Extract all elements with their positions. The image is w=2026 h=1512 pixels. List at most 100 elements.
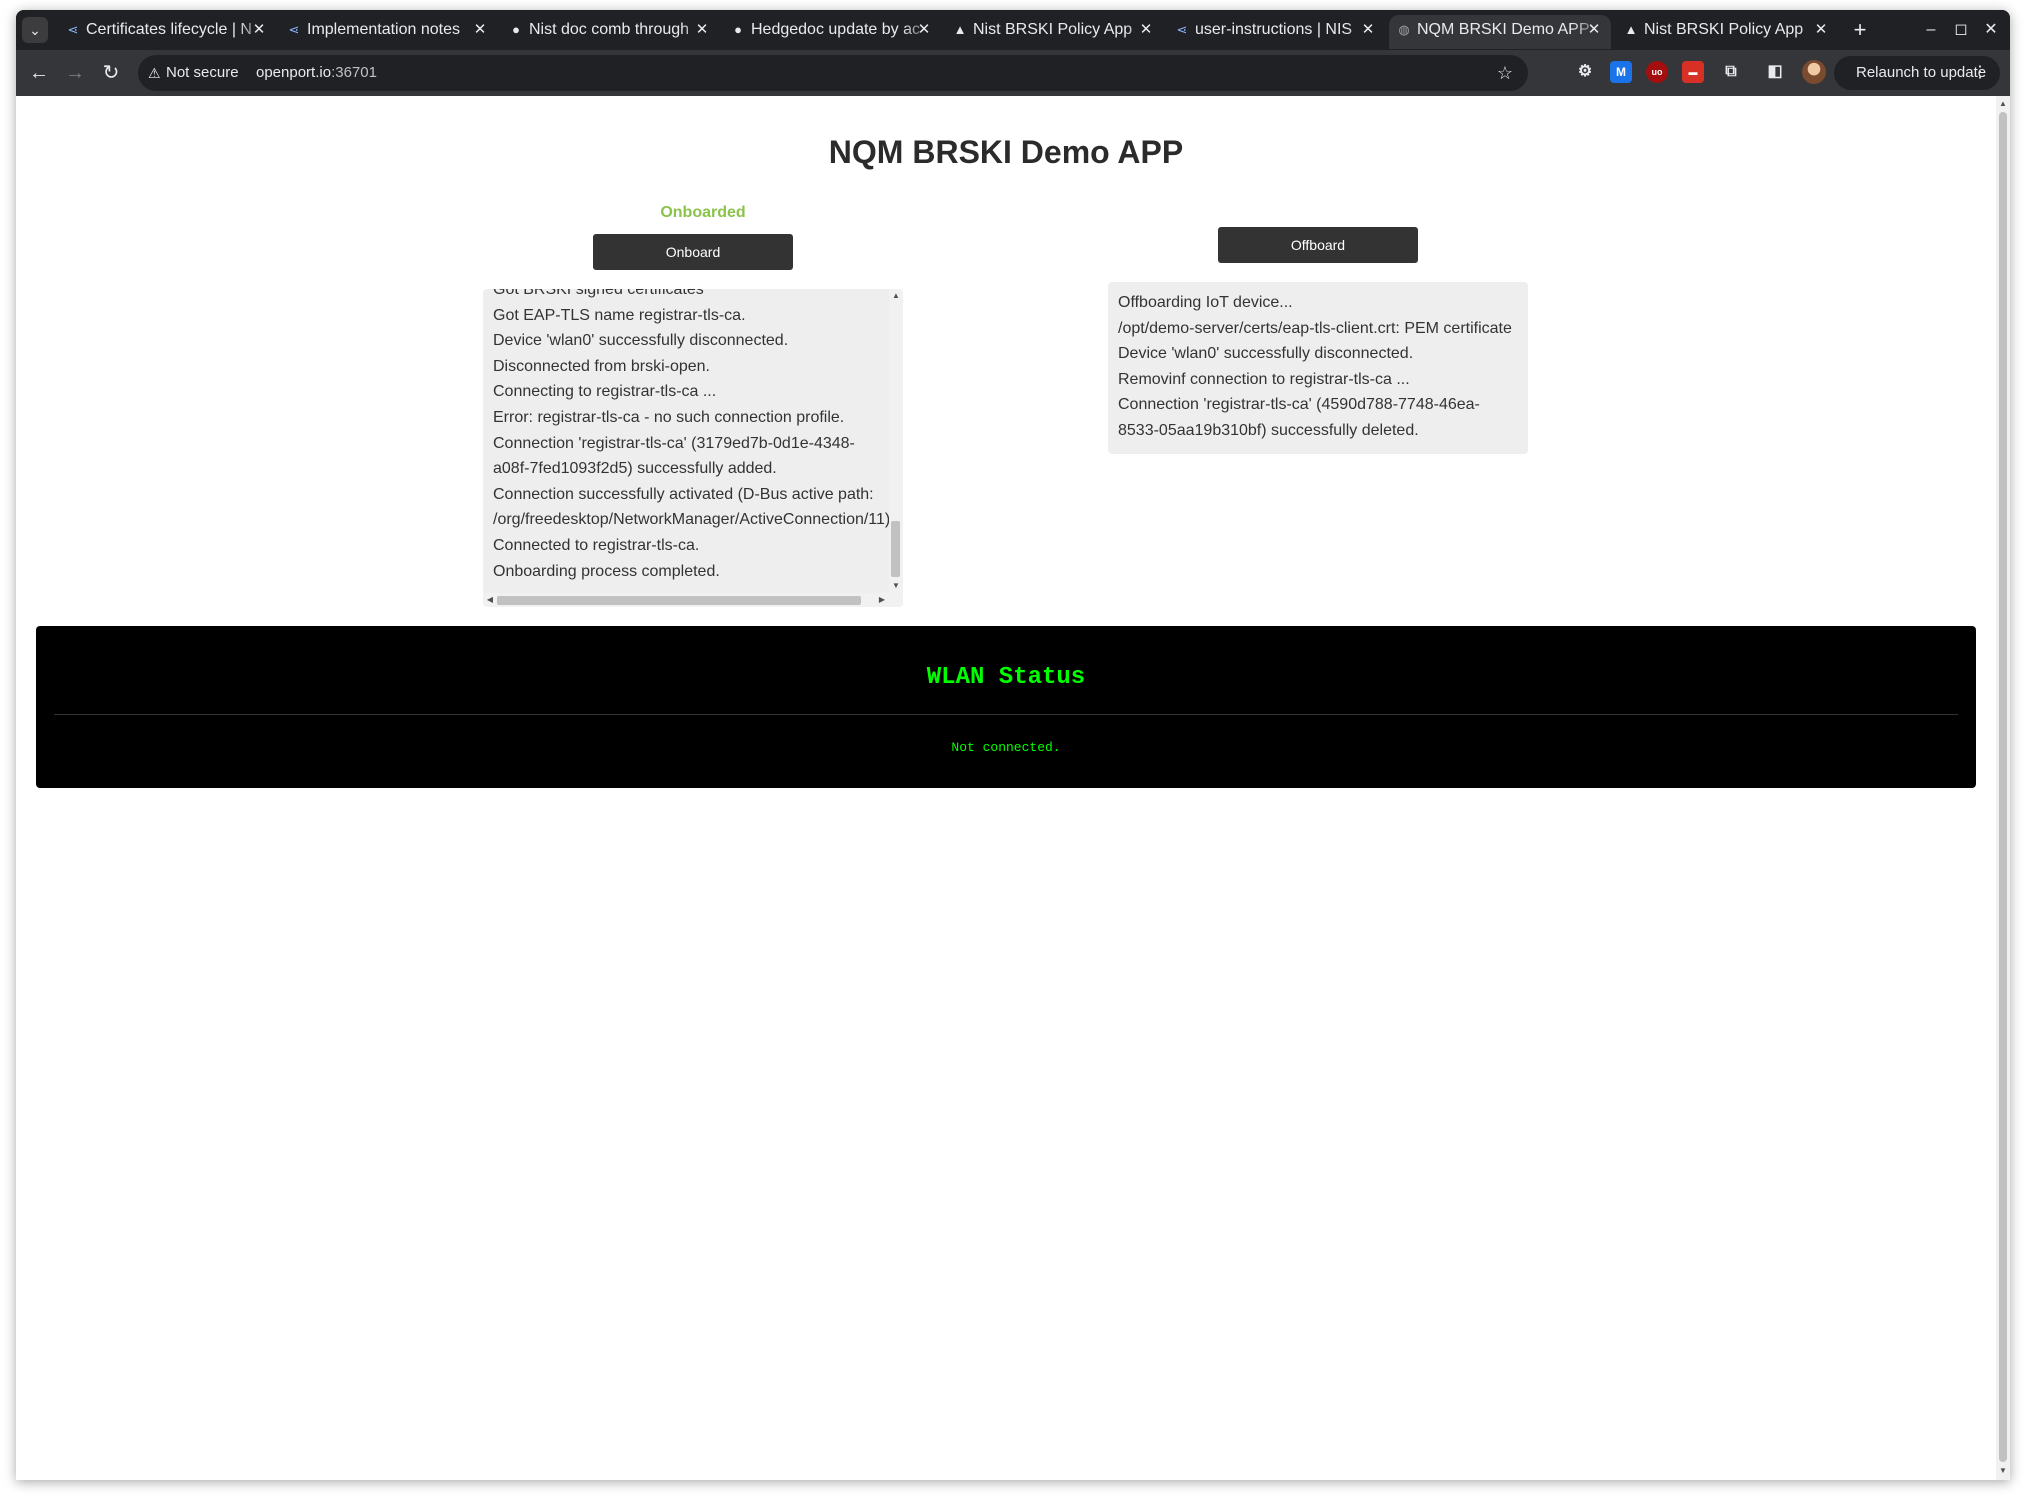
- relaunch-button[interactable]: Relaunch to update ⋮: [1834, 56, 2000, 90]
- close-icon[interactable]: ✕: [1812, 15, 1830, 45]
- log-line: Offboarding IoT device...: [1118, 294, 1293, 311]
- screen: ⌄ ⋖ Certificates lifecycle | N ✕ ⋖ Imple…: [0, 0, 2026, 1512]
- tab-nist-brski-policy-app-2[interactable]: ▲ Nist BRSKI Policy App ✕: [1616, 15, 1838, 49]
- scroll-thumb[interactable]: [891, 521, 900, 577]
- address-bar[interactable]: ⚠ Not secure openport.io:36701 ☆: [138, 55, 1528, 91]
- tab-title: Hedgedoc update by ac: [751, 21, 921, 38]
- hedgedoc-icon: ⋖: [288, 22, 300, 37]
- tab-search-chevron-icon[interactable]: ⌄: [22, 17, 48, 43]
- onboard-log-horizontal-scrollbar[interactable]: ◀ ▶: [483, 593, 903, 607]
- status-text: Onboarded: [660, 204, 746, 221]
- tab-title: Certificates lifecycle | N: [86, 21, 252, 38]
- offboard-button[interactable]: Offboard: [1218, 227, 1418, 263]
- log-line: Removinf connection to registrar-tls-ca …: [1118, 370, 1410, 388]
- security-label: Not secure: [166, 64, 239, 81]
- onboard-button[interactable]: Onboard: [593, 234, 793, 270]
- close-icon[interactable]: ✕: [915, 15, 933, 45]
- extensions-puzzle-icon[interactable]: ⧉: [1720, 61, 1742, 83]
- log-line: Device 'wlan0' successfully disconnected…: [1118, 345, 1414, 363]
- tab-user-instructions[interactable]: ⋖ user-instructions | NIS ✕: [1167, 15, 1385, 49]
- browser-window: ⌄ ⋖ Certificates lifecycle | N ✕ ⋖ Imple…: [16, 10, 2010, 1480]
- tab-implementation-notes[interactable]: ⋖ Implementation notes ✕: [279, 15, 497, 49]
- relaunch-label: Relaunch to update: [1856, 64, 1987, 81]
- extension-ublock-icon[interactable]: uo: [1646, 61, 1668, 83]
- log-line: 8533-05aa19b310bf) successfully deleted.: [1118, 421, 1419, 439]
- hedgedoc-icon: ⋖: [67, 22, 79, 37]
- close-icon[interactable]: ✕: [250, 15, 268, 45]
- log-line: Connected to registrar-tls-ca.: [493, 536, 700, 554]
- tab-certificates-lifecycle[interactable]: ⋖ Certificates lifecycle | N ✕: [58, 15, 276, 49]
- log-line: Device 'wlan0' successfully disconnected…: [493, 332, 789, 350]
- minimize-icon[interactable]: –: [1916, 18, 1946, 42]
- extension-m-icon[interactable]: M: [1610, 61, 1632, 83]
- log-line: Connection successfully activated (D-Bus…: [493, 485, 874, 503]
- log-line: Error: registrar-tls-ca - no such connec…: [493, 408, 845, 426]
- log-line: Connection 'registrar-tls-ca' (3179ed7b-…: [493, 434, 855, 452]
- log-line: /opt/demo-server/certs/eap-tls-client.cr…: [1118, 319, 1512, 337]
- security-chip[interactable]: ⚠ Not secure: [146, 60, 239, 86]
- scroll-thumb[interactable]: [1999, 112, 2007, 1462]
- back-arrow-icon[interactable]: ←: [24, 58, 54, 88]
- onboard-log-vertical-scrollbar[interactable]: ▲ ▼: [889, 289, 903, 593]
- more-menu-icon[interactable]: ⋮: [1972, 56, 1988, 90]
- tab-title: user-instructions | NIS: [1195, 21, 1353, 38]
- forward-arrow-icon[interactable]: →: [60, 58, 90, 88]
- scroll-left-icon[interactable]: ◀: [484, 594, 496, 606]
- maximize-icon[interactable]: ◻: [1946, 18, 1976, 42]
- close-icon[interactable]: ✕: [1137, 15, 1155, 45]
- github-icon: ●: [734, 22, 742, 37]
- scroll-down-icon[interactable]: ▼: [890, 580, 902, 592]
- onboard-log-box[interactable]: Got BRSKI signed certificates Got EAP-TLS…: [483, 289, 903, 607]
- wlan-status-message: Not connected.: [951, 740, 1061, 755]
- scroll-up-icon[interactable]: ▲: [890, 290, 902, 302]
- page-title: NQM BRSKI Demo APP: [828, 134, 1184, 170]
- tab-nist-doc-comb[interactable]: ● Nist doc comb through ✕: [501, 15, 719, 49]
- scroll-right-icon[interactable]: ▶: [876, 594, 888, 606]
- window-close-icon[interactable]: ✕: [1976, 18, 2006, 42]
- close-icon[interactable]: ✕: [693, 15, 711, 45]
- close-icon[interactable]: ✕: [471, 15, 489, 45]
- tab-nqm-brski-demo-app[interactable]: ◍ NQM BRSKI Demo APP ✕: [1389, 15, 1611, 49]
- tab-title: NQM BRSKI Demo APP: [1417, 21, 1590, 38]
- close-icon[interactable]: ✕: [1359, 15, 1377, 45]
- url-host: openport.io: [256, 64, 332, 81]
- new-tab-button[interactable]: +: [1846, 16, 1874, 44]
- url-text[interactable]: openport.io:36701: [256, 60, 377, 86]
- bookmark-star-icon[interactable]: ☆: [1492, 60, 1518, 86]
- app-icon: ▲: [953, 22, 967, 37]
- wlan-status-panel: WLAN Status Not connected.: [36, 626, 1976, 788]
- close-icon[interactable]: ✕: [1585, 15, 1603, 45]
- extension-gear-icon[interactable]: ⚙: [1574, 61, 1596, 83]
- log-line: Got BRSKI signed certificates: [493, 289, 704, 298]
- tab-strip: ⌄ ⋖ Certificates lifecycle | N ✕ ⋖ Imple…: [16, 10, 2010, 50]
- tab-title: Implementation notes: [307, 21, 460, 38]
- hedgedoc-icon: ⋖: [1176, 22, 1188, 37]
- page-vertical-scrollbar[interactable]: ▲ ▼: [1996, 96, 2010, 1480]
- offboard-log-lines: Offboarding IoT device... /opt/demo-serve…: [1118, 290, 1528, 444]
- tab-hedgedoc-update[interactable]: ● Hedgedoc update by ac ✕: [723, 15, 941, 49]
- log-line: Connection 'registrar-tls-ca' (4590d788-…: [1118, 396, 1480, 414]
- scroll-down-icon[interactable]: ▼: [1996, 1464, 2010, 1478]
- reload-icon[interactable]: ↻: [96, 58, 126, 88]
- url-port: :36701: [331, 64, 377, 81]
- github-icon: ●: [512, 22, 520, 37]
- browser-toolbar: ← → ↻ ⚠ Not secure openport.io:36701 ☆ ⚙…: [16, 50, 2010, 96]
- onboard-log-lines: Got BRSKI signed certificates Got EAP-TLS…: [493, 289, 903, 584]
- scroll-thumb[interactable]: [497, 596, 861, 605]
- log-line: Connecting to registrar-tls-ca ...: [493, 383, 717, 401]
- extension-red-icon[interactable]: ▬: [1682, 61, 1704, 83]
- log-line: Disconnected from brski-open.: [493, 357, 710, 375]
- tab-title: Nist BRSKI Policy App: [973, 21, 1133, 38]
- log-line: a08f-7fed1093f2d5) successfully added.: [493, 460, 777, 478]
- warning-triangle-icon: ⚠: [148, 65, 161, 81]
- tab-nist-brski-policy-app[interactable]: ▲ Nist BRSKI Policy App ✕: [945, 15, 1163, 49]
- log-line: Onboarding process completed.: [493, 562, 720, 580]
- scroll-up-icon[interactable]: ▲: [1996, 97, 2010, 111]
- offboard-log-box[interactable]: Offboarding IoT device... /opt/demo-serve…: [1108, 282, 1528, 454]
- side-panel-icon[interactable]: ◧: [1764, 61, 1786, 83]
- profile-avatar[interactable]: [1802, 60, 1826, 84]
- divider: [54, 714, 1958, 715]
- tab-title: Nist BRSKI Policy App: [1644, 21, 1804, 38]
- page-viewport: NQM BRSKI Demo APP Onboarded Onboard Off…: [16, 96, 2010, 1480]
- app-icon: ▲: [1624, 22, 1638, 37]
